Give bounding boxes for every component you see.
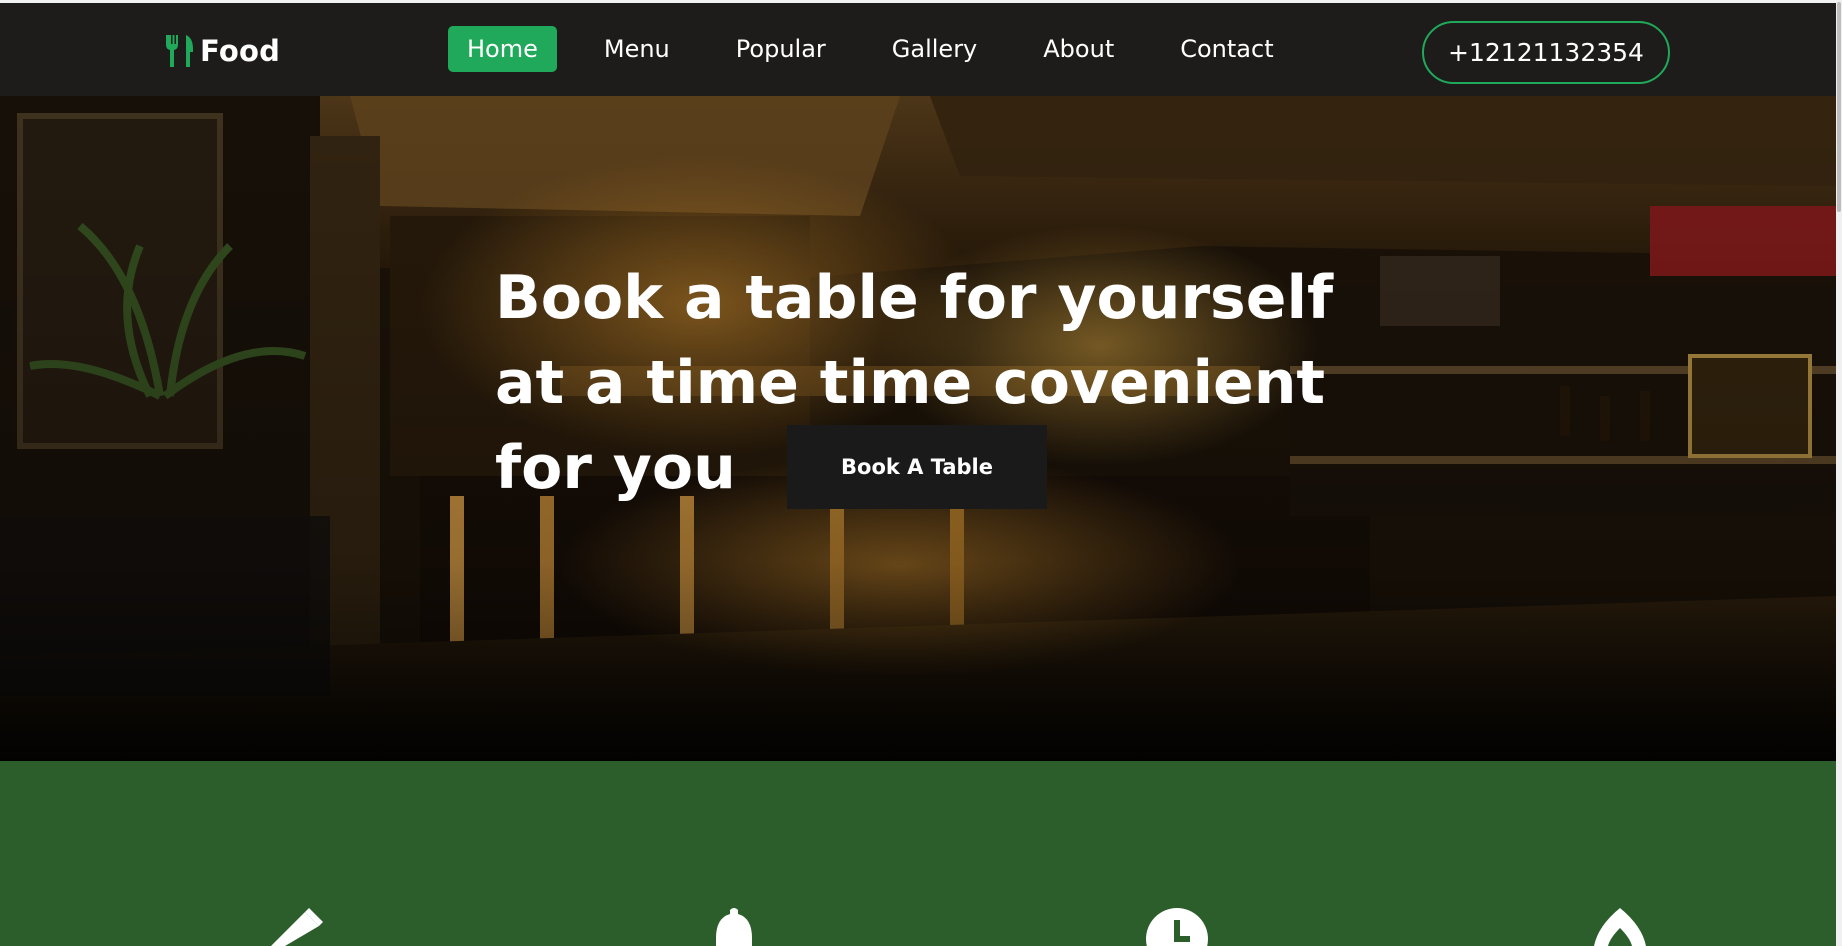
bell-icon	[716, 908, 752, 946]
pencil-icon	[271, 908, 323, 946]
nav-home[interactable]: Home	[448, 26, 557, 72]
navbar: Food Home Menu Popular Gallery About Con…	[0, 3, 1836, 96]
nav-contact[interactable]: Contact	[1161, 26, 1292, 72]
hero-section: Book a table for yourself at a time time…	[0, 96, 1836, 761]
scrollbar-thumb[interactable]	[1837, 2, 1841, 212]
features-band	[0, 761, 1836, 946]
nav-popular[interactable]: Popular	[717, 26, 845, 72]
brand-logo[interactable]: Food	[164, 31, 280, 71]
nav-gallery[interactable]: Gallery	[873, 26, 996, 72]
brand-name: Food	[200, 34, 281, 68]
main-nav: Home Menu Popular Gallery About Contact	[448, 26, 1321, 72]
fire-icon	[1594, 908, 1646, 946]
nav-menu[interactable]: Menu	[585, 26, 689, 72]
page-scrollbar[interactable]	[1836, 0, 1842, 946]
phone-button[interactable]: +12121132354	[1422, 21, 1670, 84]
clock-icon	[1146, 908, 1208, 946]
nav-about[interactable]: About	[1024, 26, 1133, 72]
fork-knife-icon	[166, 35, 193, 67]
book-table-button[interactable]: Book A Table	[787, 425, 1047, 509]
